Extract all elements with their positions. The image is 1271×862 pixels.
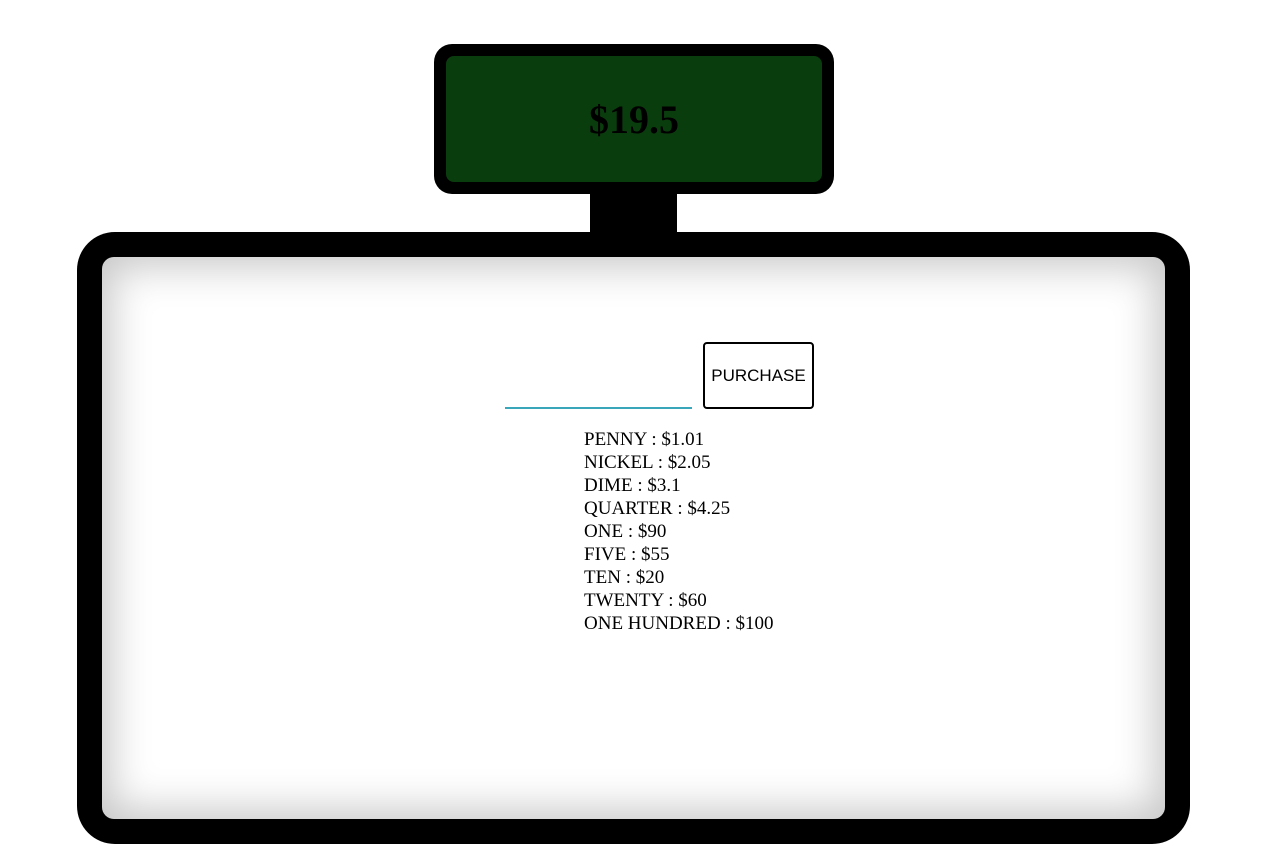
drawer-item-ten: TEN : $20 — [584, 567, 665, 588]
drawer-item-nickel: NICKEL : $2.05 — [584, 452, 711, 473]
register-body: PURCHASE PENNY : $1.01 NICKEL : $2.05 DI… — [77, 232, 1190, 844]
drawer-item-quarter: QUARTER : $4.25 — [584, 498, 731, 519]
drawer-item-one-hundred: ONE HUNDRED : $100 — [584, 613, 774, 634]
drawer-item-dime: DIME : $3.1 — [584, 475, 681, 496]
drawer-item-twenty: TWENTY : $60 — [584, 590, 707, 611]
drawer-item-penny: PENNY : $1.01 — [584, 429, 705, 450]
drawer-item-five: FIVE : $55 — [584, 544, 670, 565]
cash-register-app: $19.5 PURCHASE PENNY : $1.01 NICKEL : $2… — [0, 0, 1271, 862]
drawer-item-one: ONE : $90 — [584, 521, 667, 542]
price-display: $19.5 — [434, 44, 834, 194]
cash-input[interactable] — [505, 365, 692, 409]
price-text: $19.5 — [589, 96, 679, 142]
price-display-screen: $19.5 — [446, 56, 822, 182]
display-stand — [590, 190, 677, 236]
purchase-button[interactable]: PURCHASE — [703, 342, 814, 409]
register-panel: PURCHASE PENNY : $1.01 NICKEL : $2.05 DI… — [102, 257, 1165, 819]
cash-in-drawer-list: PENNY : $1.01 NICKEL : $2.05 DIME : $3.1… — [584, 428, 773, 635]
